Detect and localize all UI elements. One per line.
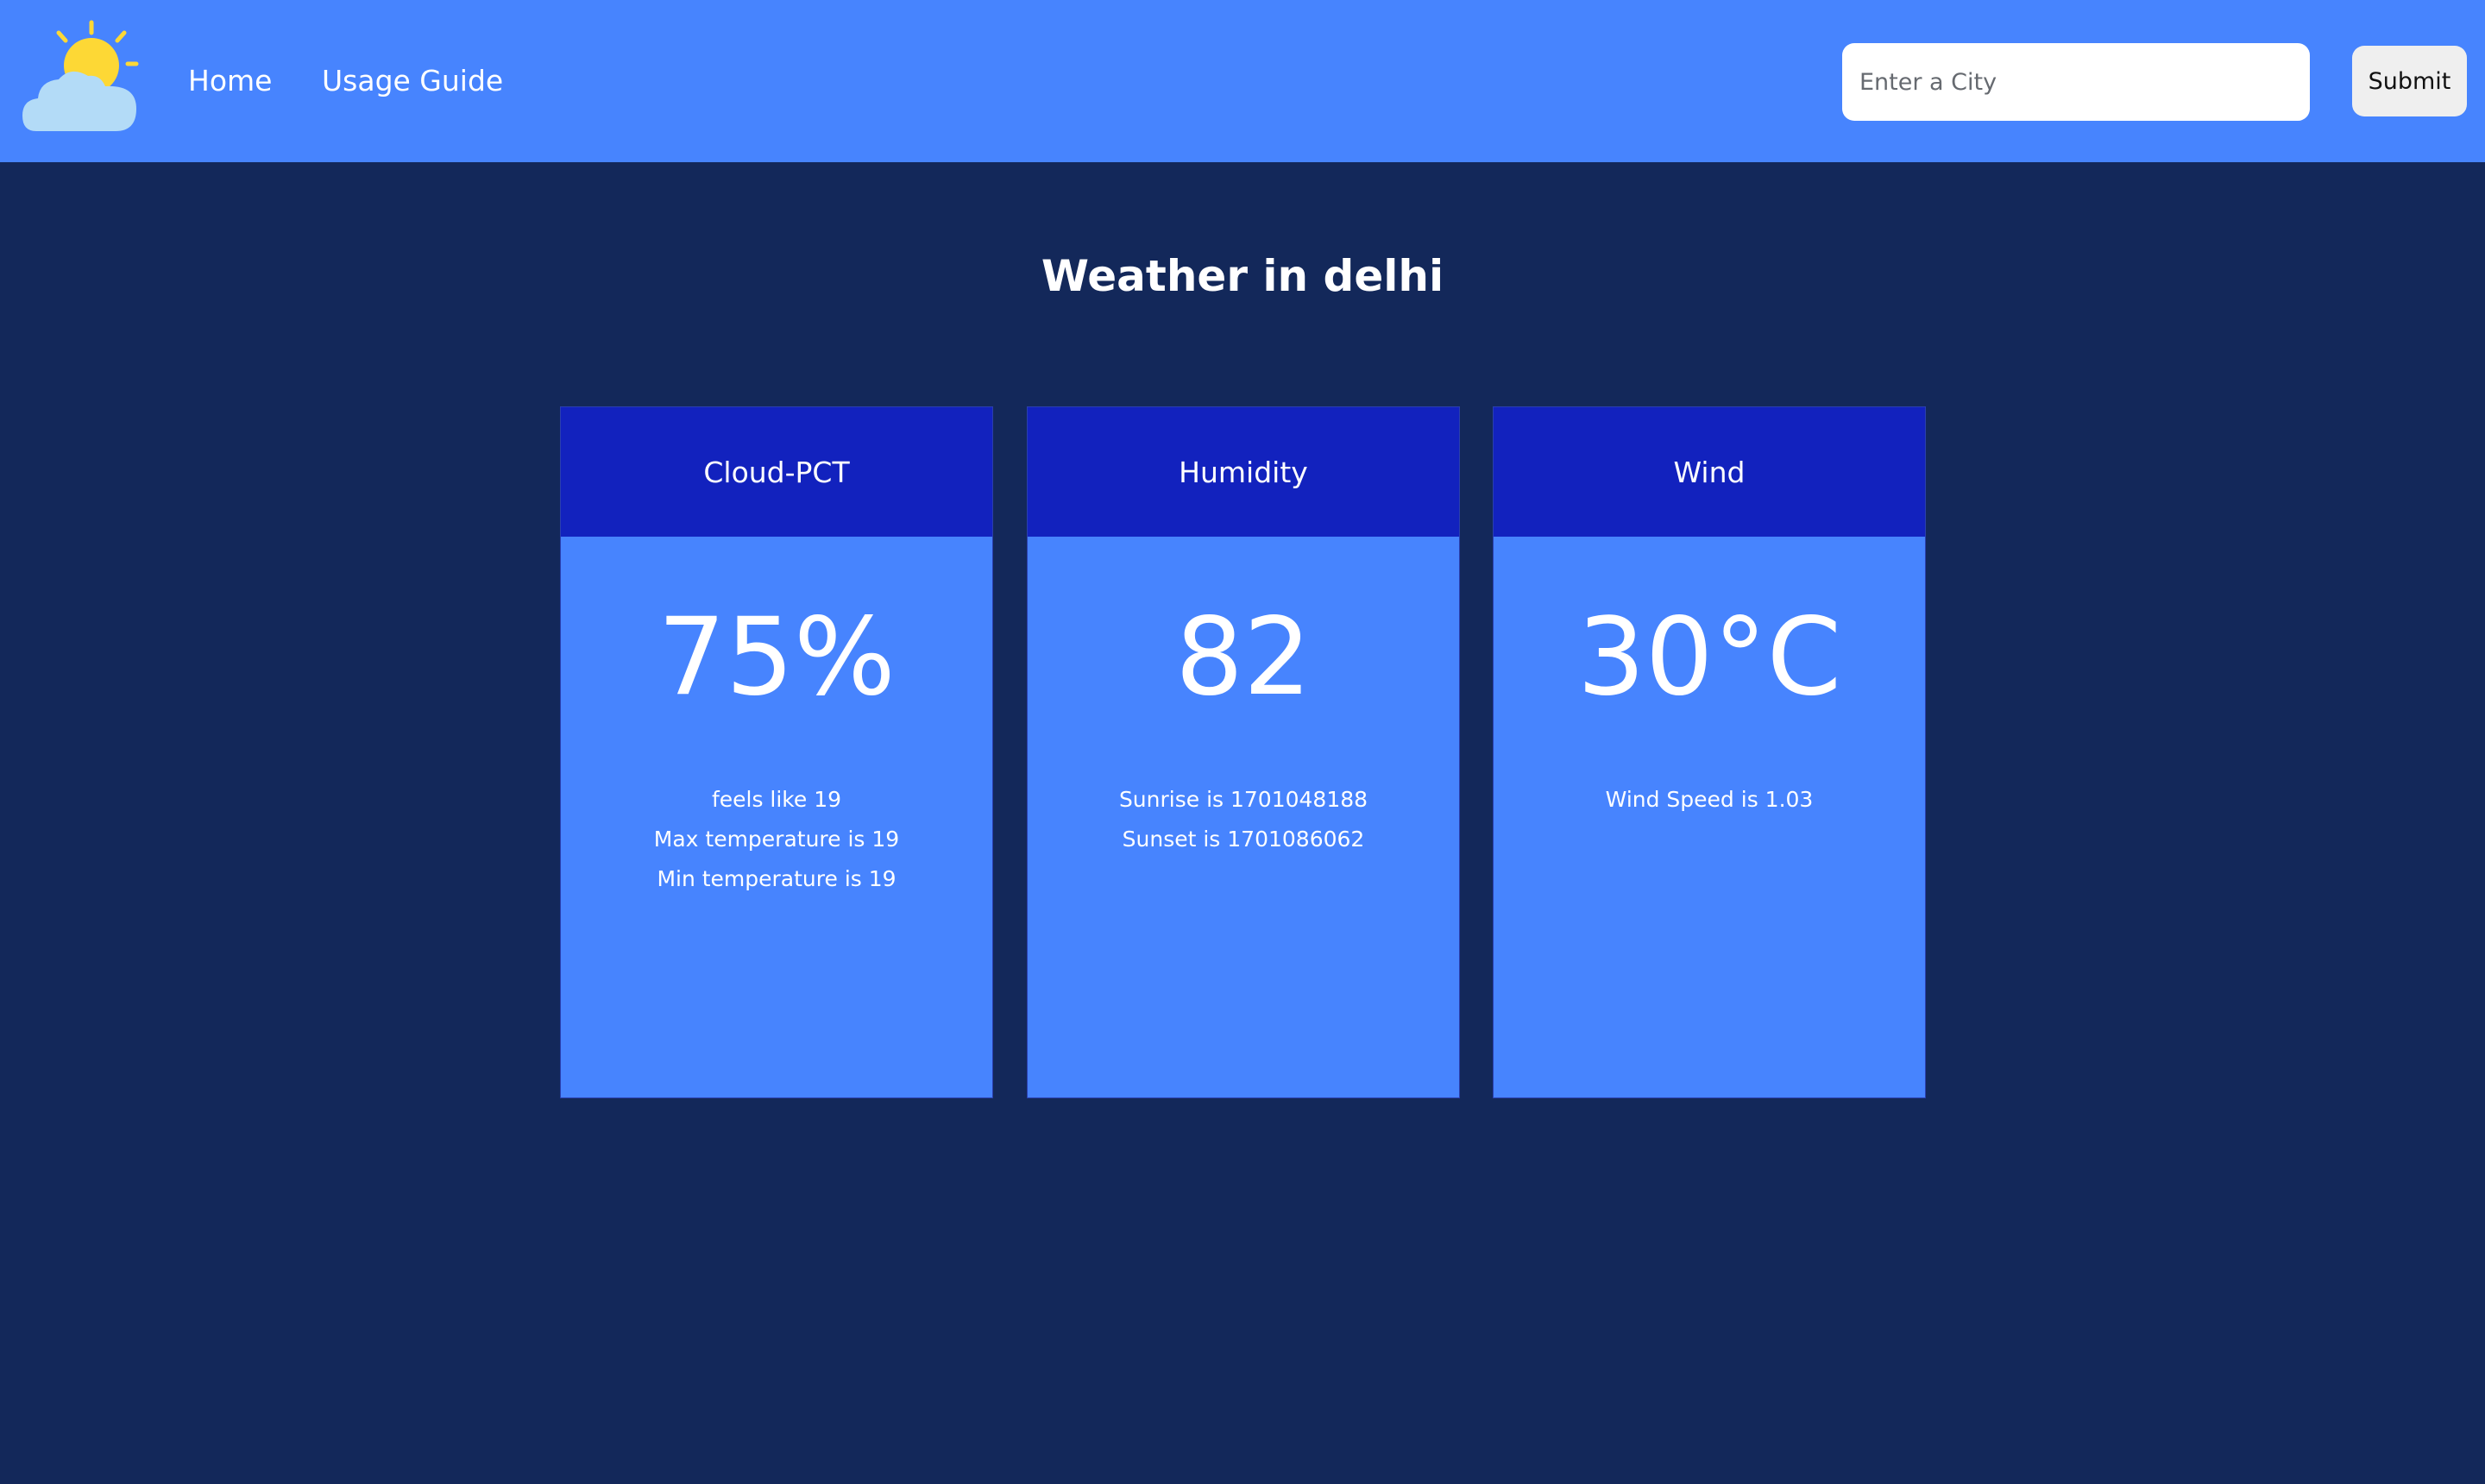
card-details: Wind Speed is 1.03 — [1494, 780, 1925, 820]
card-header: Humidity — [1028, 407, 1459, 537]
city-search-input[interactable] — [1842, 43, 2310, 121]
nav-link-home[interactable]: Home — [188, 59, 272, 104]
navbar: Home Usage Guide Submit — [0, 0, 2485, 162]
card-header: Wind — [1494, 407, 1925, 537]
submit-button[interactable]: Submit — [2352, 46, 2467, 116]
page-title: Weather in delhi — [1041, 251, 1444, 301]
feels-like-text: feels like 19 — [711, 787, 842, 812]
card-value: 75% — [657, 595, 896, 720]
cloud-pct-card: Cloud-PCT 75% feels like 19 Max temperat… — [560, 406, 993, 1098]
card-value: 82 — [1175, 595, 1312, 720]
card-details: Sunrise is 1701048188 Sunset is 17010860… — [1028, 780, 1459, 859]
sunset-text: Sunset is 1701086062 — [1122, 827, 1365, 852]
wind-card: Wind 30°C Wind Speed is 1.03 — [1493, 406, 1926, 1098]
sunrise-text: Sunrise is 1701048188 — [1118, 787, 1368, 812]
card-value: 30°C — [1576, 595, 1842, 720]
humidity-card: Humidity 82 Sunrise is 1701048188 Sunset… — [1027, 406, 1460, 1098]
nav-link-usage-guide[interactable]: Usage Guide — [322, 59, 503, 104]
sun-behind-cloud-icon[interactable] — [21, 16, 142, 136]
wind-speed-text: Wind Speed is 1.03 — [1605, 787, 1814, 812]
card-details: feels like 19 Max temperature is 19 Min … — [561, 780, 992, 899]
min-temperature-text: Min temperature is 19 — [657, 866, 896, 891]
max-temperature-text: Max temperature is 19 — [653, 827, 900, 852]
card-header: Cloud-PCT — [561, 407, 992, 537]
